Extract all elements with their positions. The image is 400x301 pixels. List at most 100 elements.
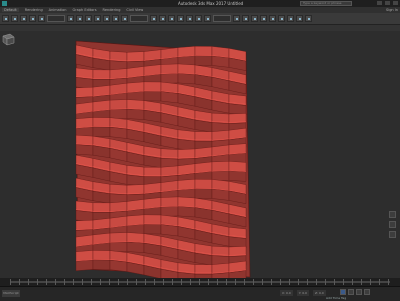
mesh-face bbox=[178, 206, 195, 217]
reference-coordinate-system[interactable] bbox=[130, 15, 148, 22]
sign-in-link[interactable]: Sign In bbox=[386, 8, 398, 12]
animation-controls bbox=[340, 289, 370, 295]
mesh-face bbox=[161, 73, 178, 83]
mesh-object[interactable] bbox=[0, 31, 400, 278]
mesh-face bbox=[229, 171, 246, 182]
pan-icon[interactable] bbox=[389, 211, 396, 218]
mesh-face bbox=[93, 70, 110, 80]
maximize-icon[interactable] bbox=[385, 1, 390, 5]
mesh-face bbox=[144, 91, 161, 101]
redo-icon[interactable] bbox=[11, 15, 18, 22]
mesh-face bbox=[110, 260, 127, 271]
mesh-face bbox=[195, 46, 212, 56]
maxscript-listener[interactable]: MAXScript bbox=[2, 290, 20, 297]
angle-snap-icon[interactable] bbox=[186, 15, 193, 22]
menu-item[interactable]: Civil View bbox=[126, 8, 143, 12]
set-key-icon[interactable] bbox=[340, 289, 346, 295]
mesh-face bbox=[178, 197, 195, 208]
render-icon[interactable] bbox=[305, 15, 312, 22]
mesh-face bbox=[229, 161, 246, 172]
timeline[interactable] bbox=[0, 278, 400, 286]
mesh-face bbox=[212, 56, 229, 67]
perspective-viewport[interactable] bbox=[0, 31, 400, 278]
viewport-navigation bbox=[389, 211, 396, 241]
window-title: Autodesk 3ds Max 2017 Untitled bbox=[178, 1, 243, 6]
coord-x[interactable]: X: 0.0 bbox=[280, 290, 293, 296]
render-setup-icon[interactable] bbox=[287, 15, 294, 22]
search-input[interactable]: Type a keyword or phrase bbox=[300, 1, 352, 6]
align-icon[interactable] bbox=[242, 15, 249, 22]
add-time-tag[interactable]: Add Time Tag bbox=[326, 296, 346, 300]
mesh-face bbox=[127, 215, 144, 226]
main-toolbar bbox=[0, 13, 400, 25]
mesh-face bbox=[110, 127, 127, 138]
mesh-face bbox=[127, 109, 144, 120]
select-by-name-icon[interactable] bbox=[76, 15, 83, 22]
selection-filter[interactable] bbox=[47, 15, 65, 22]
bind-icon[interactable] bbox=[38, 15, 45, 22]
move-icon[interactable] bbox=[103, 15, 110, 22]
layer-icon[interactable] bbox=[251, 15, 258, 22]
mesh-face bbox=[110, 242, 127, 252]
spinner-snap-icon[interactable] bbox=[204, 15, 211, 22]
play-icon[interactable] bbox=[356, 289, 362, 295]
mirror-icon[interactable] bbox=[233, 15, 240, 22]
coordinate-display: X: 0.0 Y: 0.0 Z: 0.0 bbox=[280, 290, 326, 296]
mesh-face bbox=[161, 64, 178, 74]
schematic-view-icon[interactable] bbox=[269, 15, 276, 22]
prev-frame-icon[interactable] bbox=[348, 289, 354, 295]
select-icon[interactable] bbox=[67, 15, 74, 22]
menu-item[interactable]: Rendering bbox=[25, 8, 43, 12]
mesh-face bbox=[178, 46, 195, 57]
mesh-face bbox=[110, 232, 127, 242]
window-crossing-icon[interactable] bbox=[94, 15, 101, 22]
percent-snap-icon[interactable] bbox=[195, 15, 202, 22]
mesh-face bbox=[195, 56, 212, 66]
mesh-face bbox=[110, 100, 127, 110]
zoom-icon[interactable] bbox=[389, 231, 396, 238]
scale-icon[interactable] bbox=[121, 15, 128, 22]
mesh-face bbox=[195, 189, 212, 199]
rotate-icon[interactable] bbox=[112, 15, 119, 22]
viewcube-icon[interactable] bbox=[0, 31, 16, 47]
curve-editor-icon[interactable] bbox=[260, 15, 267, 22]
status-bar: MAXScript X: 0.0 Y: 0.0 Z: 0.0 Add Time … bbox=[0, 286, 400, 301]
close-icon[interactable] bbox=[393, 1, 398, 5]
minimize-icon[interactable] bbox=[377, 1, 382, 5]
link-icon[interactable] bbox=[20, 15, 27, 22]
coord-y[interactable]: Y: 0.0 bbox=[297, 290, 309, 296]
timeline-ticks bbox=[10, 279, 390, 285]
orbit-icon[interactable] bbox=[389, 221, 396, 228]
unlink-icon[interactable] bbox=[29, 15, 36, 22]
mesh-face bbox=[161, 206, 178, 216]
mesh-face bbox=[127, 82, 144, 93]
menu-item[interactable]: Animation bbox=[49, 8, 67, 12]
workspace-selector[interactable]: Default bbox=[2, 8, 19, 12]
menu-item[interactable]: Graph Editors bbox=[73, 8, 97, 12]
app-icon[interactable] bbox=[2, 1, 7, 6]
mesh-face bbox=[76, 87, 93, 97]
undo-icon[interactable] bbox=[2, 15, 9, 22]
menu-item[interactable]: Rendering bbox=[103, 8, 121, 12]
mesh-face bbox=[144, 82, 161, 92]
keyboard-shortcut-icon[interactable] bbox=[168, 15, 175, 22]
manipulate-icon[interactable] bbox=[159, 15, 166, 22]
named-selection-sets[interactable] bbox=[213, 15, 231, 22]
mesh-face bbox=[93, 127, 110, 137]
mesh-face bbox=[76, 77, 93, 88]
mesh-face bbox=[161, 92, 178, 103]
coord-z[interactable]: Z: 0.0 bbox=[313, 290, 326, 296]
title-bar: Autodesk 3ds Max 2017 Untitled Type a ke… bbox=[0, 0, 400, 7]
mesh-face bbox=[178, 64, 195, 75]
render-frame-icon[interactable] bbox=[296, 15, 303, 22]
mesh-face bbox=[178, 73, 195, 84]
pivot-icon[interactable] bbox=[150, 15, 157, 22]
snap-icon[interactable] bbox=[177, 15, 184, 22]
material-editor-icon[interactable] bbox=[278, 15, 285, 22]
rect-select-icon[interactable] bbox=[85, 15, 92, 22]
next-frame-icon[interactable] bbox=[364, 289, 370, 295]
mesh-face bbox=[76, 220, 93, 230]
mesh-face bbox=[144, 215, 161, 225]
mesh-face bbox=[212, 171, 229, 181]
mesh-face bbox=[93, 260, 110, 270]
